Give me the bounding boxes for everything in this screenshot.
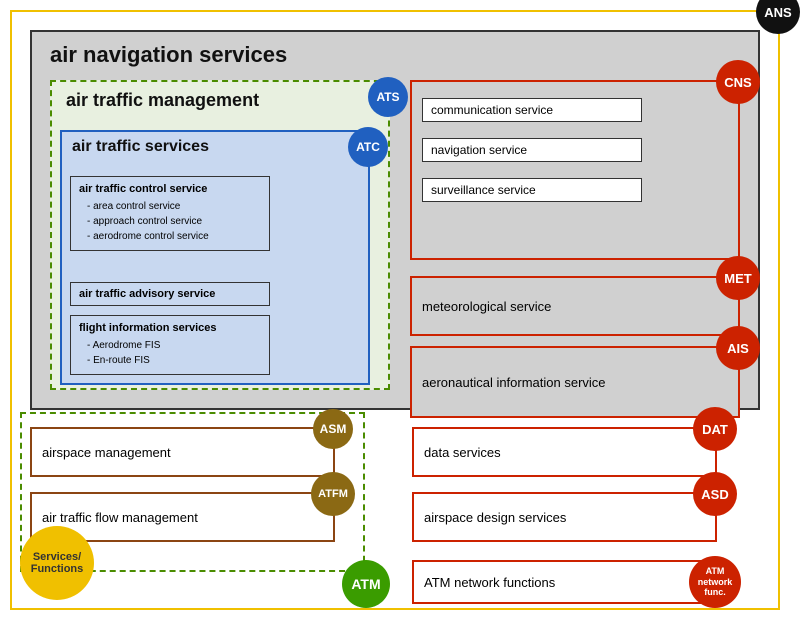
atmnet-badge-label: ATM network func. bbox=[689, 566, 741, 598]
dat-box: DAT data services bbox=[412, 427, 717, 477]
atc-label: ATC bbox=[356, 140, 380, 154]
dat-badge: DAT bbox=[693, 407, 737, 451]
aerodrome-fis-item: - Aerodrome FIS bbox=[79, 338, 261, 353]
fis-box: flight information services - Aerodrome … bbox=[70, 315, 270, 375]
atm-badge: ATM bbox=[342, 560, 390, 608]
communication-item: communication service bbox=[422, 98, 642, 122]
cns-badge: CNS bbox=[716, 60, 760, 104]
advisory-box: air traffic advisory service bbox=[70, 282, 270, 306]
enroute-fis-item: - En-route FIS bbox=[79, 353, 261, 368]
asd-badge: ASD bbox=[693, 472, 737, 516]
services-functions-label: Services/ Functions bbox=[20, 551, 94, 575]
atm-label: ATM bbox=[351, 576, 380, 592]
ans-badge: ANS bbox=[756, 0, 800, 34]
ans-label: ANS bbox=[764, 5, 791, 20]
aeronautical-label: aeronautical information service bbox=[422, 375, 606, 390]
services-functions-badge: Services/ Functions bbox=[20, 526, 94, 600]
atm-title: air traffic management bbox=[66, 90, 259, 111]
navigation-label: navigation service bbox=[431, 143, 527, 157]
asd-label: ASD bbox=[701, 487, 728, 502]
atc-service-box: air traffic control service - area contr… bbox=[70, 176, 270, 251]
met-box: MET meteorological service bbox=[410, 276, 740, 336]
atc-service-title: air traffic control service bbox=[79, 183, 261, 195]
atc-badge: ATC bbox=[348, 127, 388, 167]
ats-box: air traffic services ATC air traffic con… bbox=[60, 130, 370, 385]
cns-label: CNS bbox=[724, 75, 751, 90]
atmnet-badge: ATM network func. bbox=[689, 556, 741, 608]
atmnet-service-label: ATM network functions bbox=[424, 575, 555, 590]
fis-title: flight information services bbox=[79, 322, 261, 334]
ais-label: AIS bbox=[727, 341, 749, 356]
atm-box: air traffic management ATS air traffic s… bbox=[50, 80, 390, 390]
dat-label: DAT bbox=[702, 422, 728, 437]
aerodrome-control-item: - aerodrome control service bbox=[79, 229, 261, 244]
atfm-label: ATFM bbox=[318, 488, 348, 500]
met-label: MET bbox=[724, 271, 751, 286]
surveillance-label: surveillance service bbox=[431, 183, 536, 197]
surveillance-item: surveillance service bbox=[422, 178, 642, 202]
approach-control-item: - approach control service bbox=[79, 214, 261, 229]
data-services-label: data services bbox=[424, 445, 501, 460]
advisory-label: air traffic advisory service bbox=[79, 288, 215, 300]
meteorological-label: meteorological service bbox=[422, 299, 551, 314]
met-badge: MET bbox=[716, 256, 760, 300]
ans-box: air navigation services air traffic mana… bbox=[30, 30, 760, 410]
communication-label: communication service bbox=[431, 103, 553, 117]
cns-box: CNS communication service navigation ser… bbox=[410, 80, 740, 260]
ats-title: air traffic services bbox=[72, 138, 209, 156]
ais-box: AIS aeronautical information service bbox=[410, 346, 740, 418]
ats-label: ATS bbox=[376, 90, 399, 104]
asm-badge: ASM bbox=[313, 409, 353, 449]
outer-container: ANS air navigation services air traffic … bbox=[10, 10, 780, 610]
ats-badge: ATS bbox=[368, 77, 408, 117]
asm-label: ASM bbox=[320, 422, 347, 436]
asd-box: ASD airspace design services bbox=[412, 492, 717, 542]
navigation-item: navigation service bbox=[422, 138, 642, 162]
area-control-item: - area control service bbox=[79, 199, 261, 214]
ais-badge: AIS bbox=[716, 326, 760, 370]
airspace-design-label: airspace design services bbox=[424, 510, 566, 525]
atfm-badge: ATFM bbox=[311, 472, 355, 516]
atmnet-box: ATM network func. ATM network functions bbox=[412, 560, 717, 604]
ans-title: air navigation services bbox=[50, 42, 287, 68]
